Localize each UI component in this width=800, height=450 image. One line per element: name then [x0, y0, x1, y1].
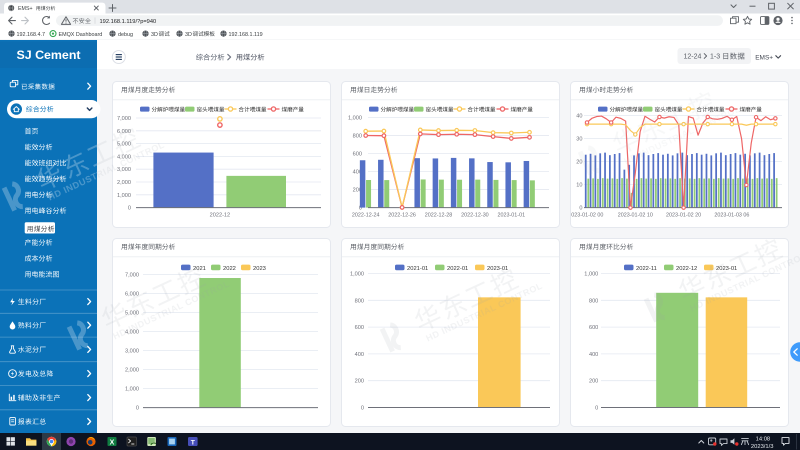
svg-text:600: 600 — [589, 325, 598, 331]
svg-text:2023: 2023 — [253, 266, 266, 272]
svg-text:200: 200 — [355, 379, 364, 385]
svg-text:2022-12-30: 2022-12-30 — [461, 213, 489, 219]
svg-text:600: 600 — [355, 325, 364, 331]
svg-text:0: 0 — [128, 206, 131, 212]
svg-text:2022-12: 2022-12 — [210, 213, 231, 219]
svg-text:0: 0 — [595, 406, 598, 412]
svg-text:1,000: 1,000 — [117, 193, 131, 199]
svg-text:2022-01: 2022-01 — [447, 266, 468, 272]
svg-text:1,000: 1,000 — [584, 272, 598, 278]
svg-text:2023-01-03 06: 2023-01-03 06 — [714, 213, 749, 219]
svg-text:2023/1/3: 2023/1/3 — [751, 444, 774, 450]
svg-text:800: 800 — [589, 298, 598, 304]
svg-text:SJ Cement: SJ Cement — [16, 48, 80, 62]
svg-text:2022-12-28: 2022-12-28 — [425, 213, 453, 219]
svg-text:1,000: 1,000 — [125, 387, 139, 393]
svg-text:12-24: 12-24 — [684, 54, 702, 61]
svg-text:debug: debug — [118, 32, 133, 38]
svg-text:2021-01: 2021-01 — [407, 266, 428, 272]
svg-text:14:08: 14:08 — [756, 437, 771, 443]
svg-text:200: 200 — [589, 379, 598, 385]
svg-text:10: 10 — [576, 183, 582, 189]
svg-text:X: X — [110, 439, 115, 446]
svg-text:3D: 3D — [185, 32, 192, 38]
svg-text:2022-12: 2022-12 — [676, 266, 697, 272]
svg-text:30: 30 — [576, 137, 582, 143]
svg-text:2023-01-02 20: 2023-01-02 20 — [666, 213, 701, 219]
svg-text:EMQX Dashboard: EMQX Dashboard — [59, 32, 103, 38]
svg-text:1,000: 1,000 — [348, 115, 362, 121]
svg-text:192.168.1.119: 192.168.1.119 — [229, 32, 263, 38]
svg-text:EMS+: EMS+ — [18, 6, 33, 12]
svg-text:1,000: 1,000 — [350, 272, 364, 278]
svg-text:1-3: 1-3 — [710, 54, 720, 61]
svg-text:7,000: 7,000 — [117, 116, 131, 122]
svg-text:2,000: 2,000 — [125, 368, 139, 374]
svg-text:2023-01: 2023-01 — [487, 266, 508, 272]
svg-text:2022-12-24: 2022-12-24 — [352, 213, 380, 219]
svg-text:192.168.4.7: 192.168.4.7 — [17, 32, 45, 38]
svg-text:600: 600 — [353, 151, 362, 157]
svg-text:0: 0 — [361, 406, 364, 412]
svg-text:2023-01-02 10: 2023-01-02 10 — [618, 213, 653, 219]
svg-text:3D: 3D — [151, 32, 158, 38]
svg-text:EMS+: EMS+ — [755, 54, 773, 61]
svg-text:2022: 2022 — [223, 266, 236, 272]
svg-text:800: 800 — [353, 133, 362, 139]
svg-text:0: 0 — [579, 206, 582, 212]
svg-text:40: 40 — [576, 114, 582, 120]
svg-text:400: 400 — [589, 352, 598, 358]
svg-text:7,000: 7,000 — [125, 273, 139, 279]
svg-text:2022-12-26: 2022-12-26 — [388, 213, 416, 219]
svg-text:2023-01-01: 2023-01-01 — [498, 213, 526, 219]
svg-text:023-01-02 00: 023-01-02 00 — [571, 213, 603, 219]
svg-text:0: 0 — [136, 406, 139, 412]
svg-text:400: 400 — [355, 352, 364, 358]
svg-text:192.168.1.119/?p=940: 192.168.1.119/?p=940 — [100, 19, 157, 25]
svg-text:2,000: 2,000 — [117, 180, 131, 186]
svg-text:3,000: 3,000 — [125, 349, 139, 355]
svg-text:2022-11: 2022-11 — [636, 266, 657, 272]
svg-text:800: 800 — [355, 298, 364, 304]
